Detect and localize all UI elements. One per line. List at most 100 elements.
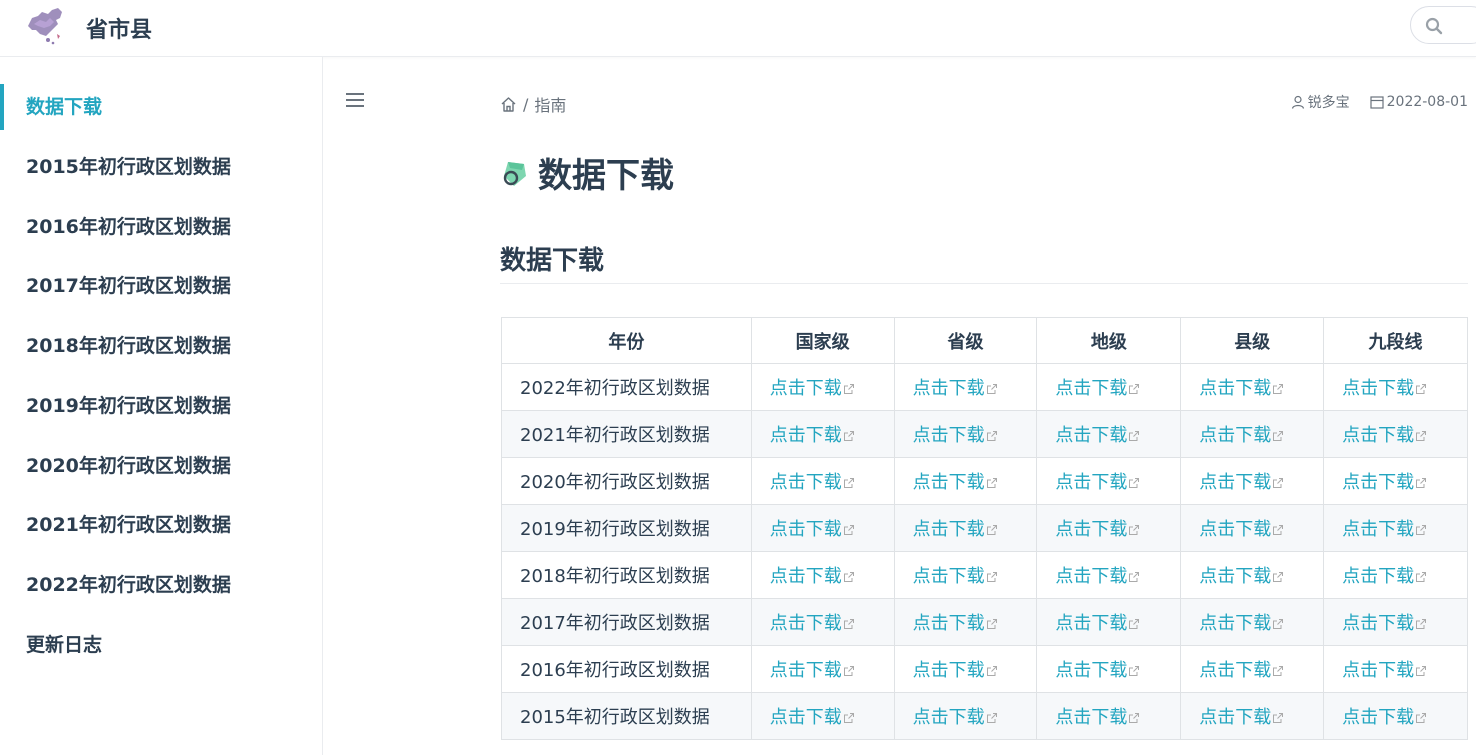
download-link-county[interactable]: 点击下载 — [1199, 472, 1284, 493]
download-cell-county: 点击下载 — [1180, 645, 1325, 693]
download-link-nine-dash-line[interactable]: 点击下载 — [1342, 566, 1427, 587]
download-link-label: 点击下载 — [1199, 613, 1272, 634]
download-cell-prefecture: 点击下载 — [1036, 598, 1182, 646]
download-link-national[interactable]: 点击下载 — [770, 472, 855, 493]
external-link-icon — [1414, 613, 1427, 634]
download-link-label: 点击下载 — [769, 613, 842, 634]
tag-icon — [503, 161, 526, 186]
sidebar-item-2017[interactable]: 2017年初行政区划数据 — [0, 263, 322, 309]
calendar-icon — [1370, 96, 1384, 109]
external-link-icon — [985, 378, 998, 399]
download-link-nine-dash-line[interactable]: 点击下载 — [1342, 613, 1427, 634]
download-link-label: 点击下载 — [769, 425, 842, 446]
download-cell-county: 点击下载 — [1180, 598, 1325, 646]
download-link-province[interactable]: 点击下载 — [913, 425, 998, 446]
download-cell-county: 点击下载 — [1180, 692, 1325, 740]
external-link-icon — [1414, 519, 1427, 540]
download-cell-nine-dash-line: 点击下载 — [1323, 457, 1468, 505]
download-link-prefecture[interactable]: 点击下载 — [1055, 566, 1140, 587]
external-link-icon — [985, 566, 998, 587]
download-link-label: 点击下载 — [1342, 378, 1415, 399]
external-link-icon — [1127, 472, 1140, 493]
download-cell-nine-dash-line: 点击下载 — [1323, 692, 1468, 740]
external-link-icon — [1127, 707, 1140, 728]
year-cell: 2015年初行政区划数据 — [501, 692, 752, 740]
download-link-county[interactable]: 点击下载 — [1199, 519, 1284, 540]
download-link-province[interactable]: 点击下载 — [913, 519, 998, 540]
home-icon[interactable] — [500, 96, 517, 113]
download-link-prefecture[interactable]: 点击下载 — [1055, 660, 1140, 681]
download-cell-province: 点击下载 — [893, 598, 1038, 646]
external-link-icon — [1127, 660, 1140, 681]
page-meta: 锐多宝 2022-08-01 — [1291, 92, 1468, 112]
download-link-nine-dash-line[interactable]: 点击下载 — [1342, 425, 1427, 446]
download-link-province[interactable]: 点击下载 — [913, 566, 998, 587]
external-link-icon — [842, 613, 855, 634]
breadcrumb: / 指南 — [500, 92, 566, 116]
download-cell-national: 点击下载 — [750, 551, 895, 599]
download-link-province[interactable]: 点击下载 — [913, 613, 998, 634]
external-link-icon — [1271, 566, 1284, 587]
download-link-label: 点击下载 — [912, 613, 985, 634]
table-row: 2019年初行政区划数据 点击下载 点击下载 点击下载 点击下载 点击下载 — [501, 504, 1468, 552]
download-link-national[interactable]: 点击下载 — [770, 378, 855, 399]
sidebar-item-2021[interactable]: 2021年初行政区划数据 — [0, 502, 322, 548]
download-link-national[interactable]: 点击下载 — [770, 613, 855, 634]
download-link-county[interactable]: 点击下载 — [1199, 707, 1284, 728]
hamburger-menu-icon[interactable] — [346, 93, 364, 111]
external-link-icon — [842, 519, 855, 540]
download-link-national[interactable]: 点击下载 — [770, 425, 855, 446]
download-cell-province: 点击下载 — [893, 504, 1038, 552]
download-link-county[interactable]: 点击下载 — [1199, 613, 1284, 634]
download-link-nine-dash-line[interactable]: 点击下载 — [1342, 472, 1427, 493]
sidebar-item-2022[interactable]: 2022年初行政区划数据 — [0, 562, 322, 608]
download-link-label: 点击下载 — [912, 425, 985, 446]
external-link-icon — [842, 707, 855, 728]
external-link-icon — [985, 707, 998, 728]
china-map-logo-icon[interactable] — [24, 4, 68, 46]
year-cell: 2018年初行政区划数据 — [501, 551, 752, 599]
download-link-prefecture[interactable]: 点击下载 — [1055, 425, 1140, 446]
sidebar-item-2020[interactable]: 2020年初行政区划数据 — [0, 443, 322, 489]
download-link-national[interactable]: 点击下载 — [770, 566, 855, 587]
sidebar-item-changelog[interactable]: 更新日志 — [0, 622, 322, 668]
download-link-nine-dash-line[interactable]: 点击下载 — [1342, 660, 1427, 681]
column-header-county: 县级 — [1180, 317, 1325, 364]
date: 2022-08-01 — [1370, 94, 1468, 110]
download-link-province[interactable]: 点击下载 — [913, 660, 998, 681]
sidebar-item-2015[interactable]: 2015年初行政区划数据 — [0, 144, 322, 190]
breadcrumb-current[interactable]: 指南 — [534, 92, 566, 116]
download-link-province[interactable]: 点击下载 — [913, 472, 998, 493]
download-link-label: 点击下载 — [1055, 472, 1128, 493]
download-link-prefecture[interactable]: 点击下载 — [1055, 519, 1140, 540]
download-link-nine-dash-line[interactable]: 点击下载 — [1342, 378, 1427, 399]
download-link-prefecture[interactable]: 点击下载 — [1055, 472, 1140, 493]
column-header-prefecture: 地级 — [1036, 317, 1182, 364]
download-link-county[interactable]: 点击下载 — [1199, 566, 1284, 587]
sidebar-item-2018[interactable]: 2018年初行政区划数据 — [0, 323, 322, 369]
download-link-national[interactable]: 点击下载 — [770, 519, 855, 540]
sidebar-item-2019[interactable]: 2019年初行政区划数据 — [0, 383, 322, 429]
download-link-prefecture[interactable]: 点击下载 — [1055, 378, 1140, 399]
table-row: 2017年初行政区划数据 点击下载 点击下载 点击下载 点击下载 点击下载 — [501, 598, 1468, 646]
download-link-national[interactable]: 点击下载 — [770, 707, 855, 728]
download-link-nine-dash-line[interactable]: 点击下载 — [1342, 519, 1427, 540]
download-link-province[interactable]: 点击下载 — [913, 378, 998, 399]
download-link-county[interactable]: 点击下载 — [1199, 378, 1284, 399]
download-link-province[interactable]: 点击下载 — [913, 707, 998, 728]
table-header-row: 年份 国家级 省级 地级 县级 九段线 — [501, 317, 1468, 364]
sidebar-item-2016[interactable]: 2016年初行政区划数据 — [0, 204, 322, 250]
download-link-county[interactable]: 点击下载 — [1199, 660, 1284, 681]
user-icon — [1291, 95, 1304, 109]
search-input[interactable] — [1410, 6, 1476, 44]
download-link-nine-dash-line[interactable]: 点击下载 — [1342, 707, 1427, 728]
download-link-national[interactable]: 点击下载 — [770, 660, 855, 681]
download-cell-prefecture: 点击下载 — [1036, 551, 1182, 599]
site-title[interactable]: 省市县 — [86, 12, 152, 44]
download-link-prefecture[interactable]: 点击下载 — [1055, 707, 1140, 728]
download-link-prefecture[interactable]: 点击下载 — [1055, 613, 1140, 634]
sidebar-item-data-download[interactable]: 数据下载 — [0, 84, 322, 130]
download-link-county[interactable]: 点击下载 — [1199, 425, 1284, 446]
external-link-icon — [842, 660, 855, 681]
year-cell: 2017年初行政区划数据 — [501, 598, 752, 646]
